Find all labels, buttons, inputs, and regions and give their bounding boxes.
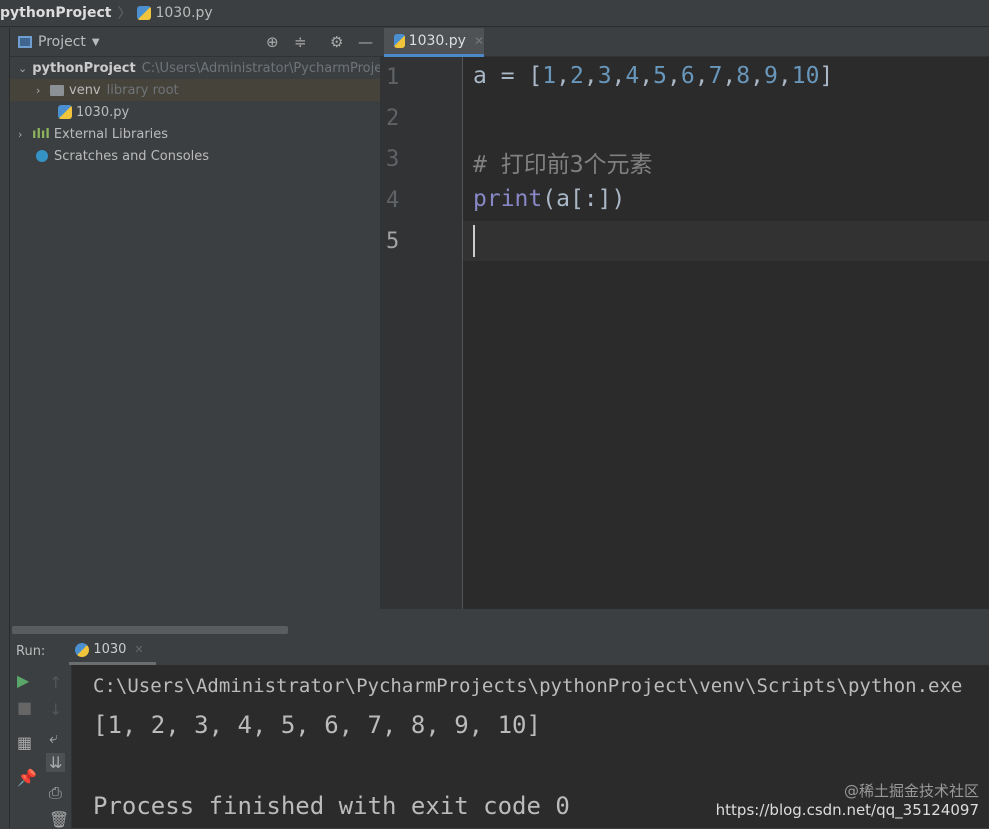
- close-icon[interactable]: ✕: [134, 643, 143, 656]
- stop-icon[interactable]: ■: [17, 698, 32, 717]
- console-toolbar: ↑ ↓ ⤶ ⇊ ⎙ 🗑: [42, 665, 72, 829]
- tree-item-label: Scratches and Consoles: [54, 148, 210, 164]
- project-panel-header: Project ▼ ⊕ ≑ ⚙ —: [10, 28, 380, 57]
- tree-item-hint: library root: [106, 82, 179, 98]
- tab-1030-py[interactable]: 1030.py ✕: [384, 28, 484, 57]
- project-view-selector[interactable]: Project: [38, 34, 86, 50]
- hide-icon[interactable]: —: [358, 33, 373, 51]
- run-tab-label: 1030: [93, 642, 127, 657]
- line-number: 2: [386, 106, 400, 131]
- horizontal-scrollbar[interactable]: [10, 609, 989, 635]
- editor-tabs: 1030.py ✕: [380, 28, 989, 57]
- breadcrumb-separator: 〉: [117, 6, 132, 22]
- python-file-icon: [137, 6, 152, 20]
- console-line: C:\Users\Administrator\PycharmProjects\p…: [93, 675, 963, 697]
- python-file-icon: [394, 34, 405, 48]
- project-panel: Project ▼ ⊕ ≑ ⚙ — ⌄ pythonProject C:\Use…: [10, 28, 380, 635]
- chevron-right-icon[interactable]: ›: [36, 84, 50, 97]
- trash-icon[interactable]: 🗑: [49, 810, 69, 829]
- tree-item-label: pythonProject: [32, 60, 136, 76]
- tree-item-file[interactable]: 1030.py: [10, 101, 380, 123]
- code-editor[interactable]: a = [1,2,3,4,5,6,7,8,9,10] # 打印前3个元素 pri…: [463, 57, 989, 609]
- run-panel-header: Run: 1030 ✕: [10, 637, 989, 665]
- soft-wrap-icon[interactable]: ⤶: [49, 728, 58, 748]
- python-file-icon: [58, 105, 72, 119]
- code-line-3: # 打印前3个元素: [473, 152, 653, 178]
- print-icon[interactable]: ⎙: [49, 783, 62, 803]
- scroll-to-end-icon[interactable]: ⇊: [46, 753, 66, 772]
- tree-item-project-root[interactable]: ⌄ pythonProject C:\Users\Administrator\P…: [10, 57, 380, 79]
- run-label: Run:: [16, 643, 46, 659]
- tree-item-label: 1030.py: [76, 104, 130, 120]
- text-caret: [473, 225, 475, 257]
- locate-icon[interactable]: ⊕: [266, 33, 279, 51]
- chevron-down-icon[interactable]: ⌄: [18, 62, 27, 75]
- pin-icon[interactable]: 📌: [17, 768, 37, 787]
- line-number: 1: [386, 65, 400, 90]
- collapse-all-icon[interactable]: ≑: [294, 33, 307, 51]
- chevron-right-icon[interactable]: ›: [18, 128, 32, 141]
- line-number: 4: [386, 188, 400, 213]
- arrow-down-icon[interactable]: ↓: [49, 700, 62, 719]
- scrollbar-thumb[interactable]: [12, 626, 288, 634]
- watermark: @稀土掘金技术社区 https://blog.csdn.net/qq_35124…: [716, 782, 979, 820]
- tab-label: 1030.py: [408, 33, 466, 49]
- layout-icon[interactable]: ▦: [17, 733, 32, 752]
- tree-item-label: External Libraries: [53, 126, 169, 142]
- console-line: Process finished with exit code 0: [93, 792, 570, 820]
- line-number: 3: [386, 147, 400, 172]
- close-icon[interactable]: ✕: [474, 34, 484, 48]
- navigation-bar: pythonProject 〉 1030.py: [0, 0, 989, 27]
- python-icon: [75, 642, 90, 657]
- tree-item-venv[interactable]: › venv library root: [10, 79, 380, 101]
- run-icon[interactable]: ▶: [17, 671, 29, 690]
- tree-item-path: C:\Users\Administrator\PycharmProjects: [141, 60, 380, 76]
- breadcrumb-file[interactable]: 1030.py: [155, 5, 212, 21]
- breadcrumb-project[interactable]: pythonProject: [0, 5, 111, 21]
- current-line-highlight: [463, 221, 989, 261]
- code-line-1: a = [1,2,3,4,5,6,7,8,9,10]: [473, 63, 834, 89]
- line-number-gutter: 1 2 3 4 5: [380, 57, 463, 609]
- arrow-up-icon[interactable]: ↑: [49, 673, 62, 692]
- left-tool-strip[interactable]: [0, 28, 10, 828]
- project-view-icon: [18, 36, 32, 48]
- run-toolbar: ▶ ■ ▦ 📌: [10, 665, 42, 828]
- tree-item-label: venv: [69, 82, 101, 98]
- line-number: 5: [386, 229, 400, 254]
- folder-icon: [50, 84, 64, 96]
- chevron-down-icon[interactable]: ▼: [92, 37, 100, 48]
- scratches-icon: [36, 150, 48, 162]
- tree-item-scratches[interactable]: Scratches and Consoles: [10, 145, 380, 167]
- console-line: [1, 2, 3, 4, 5, 6, 7, 8, 9, 10]: [93, 711, 541, 739]
- libraries-icon: ılıl: [32, 126, 50, 142]
- code-line-4: print(a[:]): [473, 186, 626, 212]
- tree-item-external-libraries[interactable]: › ılıl External Libraries: [10, 123, 380, 145]
- watermark-line: https://blog.csdn.net/qq_35124097: [715, 801, 979, 819]
- watermark-line: @稀土掘金技术社区: [843, 782, 979, 800]
- run-tab-1030[interactable]: 1030 ✕: [69, 637, 156, 665]
- gear-icon[interactable]: ⚙: [330, 33, 343, 51]
